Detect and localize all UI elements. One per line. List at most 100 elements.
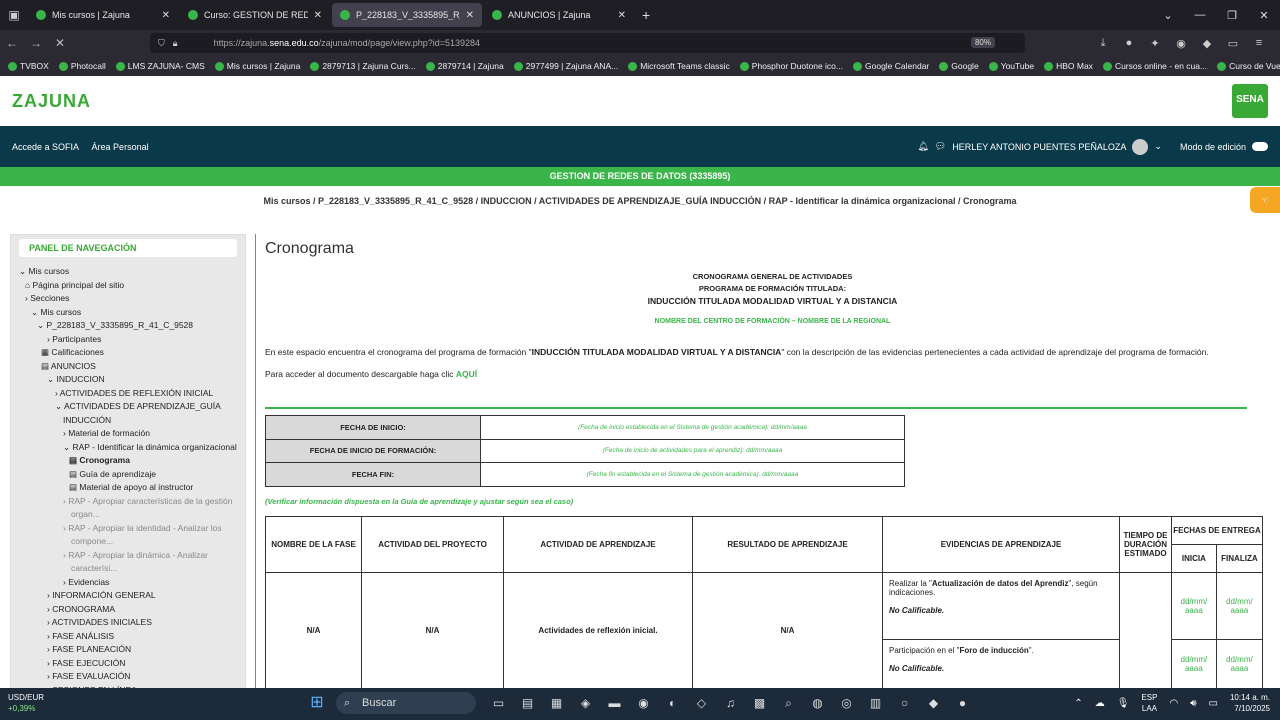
bookmark-item[interactable]: Mis cursos | Zajuna xyxy=(214,61,300,71)
nav-link-sofia[interactable]: Accede a SOFIA xyxy=(12,142,79,152)
github-icon[interactable]: ● xyxy=(948,692,977,714)
microphone-icon[interactable]: 🎙︎ xyxy=(1117,698,1130,709)
chevron-up-icon[interactable]: ⌃ xyxy=(1074,698,1082,709)
sidebar-item[interactable]: ⌄ RAP - Identificar la dinámica organiza… xyxy=(11,441,245,455)
bookmark-item[interactable]: YouTube xyxy=(988,61,1034,71)
tab-overview-icon[interactable]: ▣ xyxy=(0,0,28,30)
app-icon[interactable]: ▤ xyxy=(513,692,542,714)
avatar[interactable] xyxy=(1132,138,1149,155)
battery-icon[interactable]: ▭ xyxy=(1209,698,1218,709)
close-tab-icon[interactable]: ✕ xyxy=(162,10,170,21)
sidebar-item[interactable]: ▤ ANUNCIOS xyxy=(11,360,245,374)
sidebar-item[interactable]: ⌂ Página principal del sitio xyxy=(11,279,245,293)
wifi-icon[interactable]: ◠ xyxy=(1169,698,1178,709)
extension-icon[interactable]: ◆ xyxy=(1194,37,1220,50)
bookmark-item[interactable]: Cursos online - en cua... xyxy=(1102,61,1207,71)
bookmark-item[interactable]: Curso de Vue, JavaScri... xyxy=(1217,61,1280,71)
whatsapp-icon[interactable]: ◎ xyxy=(832,692,861,714)
close-window-icon[interactable]: ✕ xyxy=(1248,9,1280,22)
list-tabs-icon[interactable]: ⌄ xyxy=(1152,9,1184,22)
sidebar-item[interactable]: ⌄ Mis cursos xyxy=(11,306,245,320)
taskbar-search[interactable]: ⌕ Buscar xyxy=(336,692,476,714)
maximize-icon[interactable]: ❐ xyxy=(1216,9,1248,22)
forward-icon[interactable]: → xyxy=(24,36,48,50)
sidebar-item[interactable]: INDUCCIÓN xyxy=(11,414,245,428)
help-hand-icon[interactable]: ☜ xyxy=(1250,187,1280,213)
sidebar-item[interactable]: › FASE EJECUCIÓN xyxy=(11,657,245,671)
sidebar-item[interactable]: › RAP - Apropiar la dinámica - Analizar xyxy=(11,549,245,563)
browser-tab[interactable]: Mis cursos | Zajuna ✕ xyxy=(28,3,178,27)
download-link[interactable]: AQUÍ xyxy=(456,369,477,379)
sidebar-item[interactable]: ⌄ Mis cursos xyxy=(11,265,245,279)
app-icon[interactable]: ◈ xyxy=(571,692,600,714)
sidebar-item[interactable]: ▤ Guía de aprendizaje xyxy=(11,468,245,482)
lock-icon[interactable]: 🔒︎ xyxy=(173,38,178,49)
menu-icon[interactable]: ≡ xyxy=(1246,37,1272,49)
back-icon[interactable]: ← xyxy=(0,36,24,50)
bookmark-item[interactable]: TVBOX xyxy=(8,61,49,71)
cloud-icon[interactable]: ☁ xyxy=(1095,698,1105,709)
stop-loading-icon[interactable]: ✕ xyxy=(48,36,72,50)
sidebar-item[interactable]: ⌄ INDUCCION xyxy=(11,373,245,387)
sidebar-item[interactable]: › ACTIVIDADES DE REFLEXIÓN INICIAL xyxy=(11,387,245,401)
sidebar-item[interactable]: › RAP - Apropiar la identidad - Analizar… xyxy=(11,522,245,536)
bookmark-item[interactable]: Phosphor Duotone ico... xyxy=(739,61,843,71)
close-tab-icon[interactable]: ✕ xyxy=(618,10,626,21)
spotify-icon[interactable]: ♫ xyxy=(716,692,745,714)
browser-tab-active[interactable]: P_228183_V_3335895_R_41_C_9✕ xyxy=(332,3,482,27)
notes-icon[interactable]: ▥ xyxy=(861,692,890,714)
bookmark-item[interactable]: 2977499 | Zajuna ANA... xyxy=(513,61,618,71)
sidebar-item[interactable]: caracterísi... xyxy=(11,562,245,576)
zoom-level[interactable]: 80% xyxy=(970,37,995,48)
extension-icon[interactable]: ◉ xyxy=(1168,37,1194,50)
chevron-down-icon[interactable]: ⌄ xyxy=(1154,141,1162,152)
nav-link-area-personal[interactable]: Área Personal xyxy=(92,142,149,152)
app-icon[interactable]: ▦ xyxy=(542,692,571,714)
close-tab-icon[interactable]: ✕ xyxy=(314,10,322,21)
bookmark-item[interactable]: HBO Max xyxy=(1044,61,1093,71)
sidebar-item[interactable]: › FASE PLANEACIÓN xyxy=(11,643,245,657)
windows-start-icon[interactable]: ⊞ xyxy=(306,692,328,714)
sidebar-item[interactable]: › FASE ANÁLISIS xyxy=(11,630,245,644)
download-icon[interactable]: ⤓ xyxy=(1090,37,1116,50)
widget-currency[interactable]: USD/EUR +0,39% xyxy=(8,692,44,714)
edge-icon[interactable]: ◐ xyxy=(658,692,687,714)
sidebar-item[interactable]: › Participantes xyxy=(11,333,245,347)
opera-icon[interactable]: ○ xyxy=(890,692,919,714)
sidebar-icon[interactable]: ▭ xyxy=(1220,37,1246,50)
sidebar-item[interactable]: ▤ Material de apoyo al instructor xyxy=(11,481,245,495)
new-tab-icon[interactable]: + xyxy=(642,7,650,23)
clock[interactable]: 10:14 a. m. 7/10/2025 xyxy=(1230,692,1270,714)
sidebar-item[interactable]: › RAP - Apropiar características de la g… xyxy=(11,495,245,509)
bookmark-item[interactable]: Microsoft Teams classic xyxy=(628,61,730,71)
sidebar-item[interactable]: › INFORMACIÓN GENERAL xyxy=(11,589,245,603)
language-indicator[interactable]: ESP LAA xyxy=(1141,692,1157,714)
browser-tab[interactable]: Curso: GESTION DE REDES DE D✕ xyxy=(180,3,330,27)
sidebar-item[interactable]: › FASE EVALUACIÓN xyxy=(11,670,245,684)
zajuna-logo[interactable]: ZAJUNA xyxy=(12,91,91,112)
bookmark-item[interactable]: LMS ZAJUNA- CMS xyxy=(115,61,205,71)
task-view-icon[interactable]: ▭ xyxy=(484,692,513,714)
bookmark-item[interactable]: Google xyxy=(939,61,979,71)
user-name[interactable]: HERLEY ANTONIO PUENTES PEÑALOZA xyxy=(952,142,1126,152)
sidebar-item[interactable]: › Material de formación xyxy=(11,427,245,441)
sidebar-item[interactable]: › Evidencias xyxy=(11,576,245,590)
search-app-icon[interactable]: ⌕ xyxy=(774,692,803,714)
bookmark-item[interactable]: Google Calendar xyxy=(853,61,929,71)
firefox-icon[interactable]: ◍ xyxy=(803,692,832,714)
sidebar-item[interactable]: ▦ Calificaciones xyxy=(11,346,245,360)
minimize-icon[interactable]: — xyxy=(1184,9,1216,21)
excel-icon[interactable]: ▩ xyxy=(745,692,774,714)
sidebar-item[interactable]: › CRONOGRAMA xyxy=(11,603,245,617)
volume-icon[interactable]: 🔊︎ xyxy=(1190,698,1196,709)
breadcrumb[interactable]: Mis cursos / P_228183_V_3335895_R_41_C_9… xyxy=(0,186,1280,217)
sidebar-item[interactable]: › ACTIVIDADES INICIALES xyxy=(11,616,245,630)
bookmark-item[interactable]: Photocall xyxy=(58,61,106,71)
url-bar[interactable]: ⛉ 🔒︎ https://zajuna.sena.edu.co/zajuna/m… xyxy=(150,33,1025,53)
close-tab-icon[interactable]: ✕ xyxy=(466,10,474,21)
sidebar-item[interactable]: ⌄ P_228183_V_3335895_R_41_C_9528 xyxy=(11,319,245,333)
shield-icon[interactable]: ⛉ xyxy=(158,38,165,49)
sidebar-item[interactable]: compone... xyxy=(11,535,245,549)
bookmark-item[interactable]: 2879713 | Zajuna Curs... xyxy=(310,61,416,71)
sidebar-item[interactable]: › Secciones xyxy=(11,292,245,306)
